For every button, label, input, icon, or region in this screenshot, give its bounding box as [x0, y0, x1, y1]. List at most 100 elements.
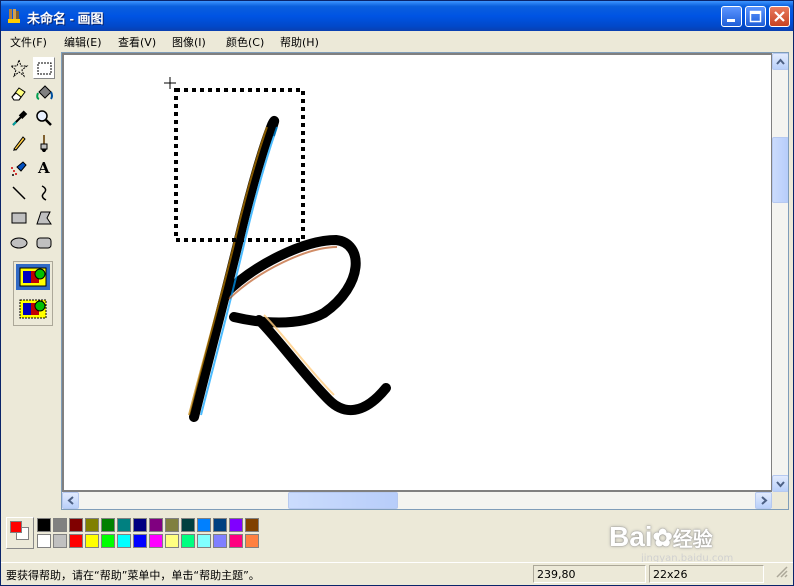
handwritten-k-drawing [164, 77, 391, 422]
maximize-icon [749, 10, 762, 23]
palette-color-swatch[interactable] [69, 534, 83, 548]
menu-help[interactable]: 帮助(H) [280, 34, 319, 50]
transparent-option-icon [19, 299, 47, 319]
drawing-canvas[interactable] [64, 55, 771, 490]
eyedropper-icon [12, 110, 28, 126]
tool-curve[interactable] [33, 182, 55, 204]
palette-color-swatch[interactable] [117, 534, 131, 548]
pencil-icon [13, 136, 26, 151]
tool-airbrush[interactable] [8, 157, 30, 179]
palette-color-swatch[interactable] [165, 518, 179, 532]
palette-color-swatch[interactable] [149, 518, 163, 532]
vertical-scrollbar[interactable] [772, 53, 788, 492]
scroll-right-button[interactable] [755, 492, 772, 509]
scroll-corner [772, 492, 788, 509]
scroll-down-button[interactable] [772, 475, 788, 492]
menu-view[interactable]: 查看(V) [118, 34, 156, 50]
paint-window: 未命名 - 画图 文件(F) 编辑(E) 查看(V) 图像(I) 颜色(C) 帮… [0, 0, 794, 586]
palette-color-swatch[interactable] [37, 518, 51, 532]
palette-color-swatch[interactable] [213, 534, 227, 548]
tool-magnifier[interactable] [33, 107, 55, 129]
foreground-color-swatch [10, 521, 22, 533]
window-title: 未命名 - 画图 [27, 11, 104, 26]
magnifier-icon [36, 110, 52, 126]
horizontal-scrollbar[interactable] [62, 492, 772, 509]
palette-color-swatch[interactable] [69, 518, 83, 532]
menu-edit[interactable]: 编辑(E) [64, 34, 102, 50]
arrow-right-icon [761, 496, 768, 505]
palette-color-swatch[interactable] [37, 534, 51, 548]
palette-color-swatch[interactable] [181, 534, 195, 548]
palette-color-swatch[interactable] [133, 534, 147, 548]
scroll-up-button[interactable] [772, 53, 788, 70]
opaque-option-icon [19, 267, 47, 287]
transparent-selection-option[interactable] [16, 296, 50, 322]
palette-color-swatch[interactable] [85, 518, 99, 532]
rounded-rect-icon [36, 237, 52, 249]
minimize-icon [727, 19, 735, 22]
palette-color-swatch[interactable] [53, 534, 67, 548]
text-icon: A [38, 159, 50, 177]
menu-image[interactable]: 图像(I) [172, 34, 206, 50]
palette-color-swatch[interactable] [133, 518, 147, 532]
tool-ellipse[interactable] [8, 232, 30, 254]
palette-color-swatch[interactable] [149, 534, 163, 548]
brush-icon [40, 135, 48, 152]
palette-color-swatch[interactable] [101, 534, 115, 548]
palette-color-swatch[interactable] [197, 518, 211, 532]
palette-color-swatch[interactable] [245, 518, 259, 532]
tool-polygon[interactable] [33, 207, 55, 229]
title-bar[interactable]: 未命名 - 画图 [1, 1, 793, 31]
tool-line[interactable] [8, 182, 30, 204]
tool-pencil[interactable] [8, 132, 30, 154]
menu-file[interactable]: 文件(F) [10, 34, 47, 50]
resize-grip[interactable] [767, 565, 791, 583]
polygon-icon [36, 211, 52, 225]
resize-grip-icon [776, 566, 788, 578]
tool-eraser[interactable] [8, 82, 30, 104]
eraser-icon [11, 87, 26, 101]
tool-text[interactable]: A [33, 157, 55, 179]
baidu-watermark: Bai✿经验 [609, 521, 789, 555]
palette-color-swatch[interactable] [229, 518, 243, 532]
paint-bucket-icon [36, 85, 53, 100]
star-select-icon [9, 58, 29, 78]
status-cursor-position: 239,80 [533, 565, 646, 583]
tool-rectangle-select[interactable] [33, 57, 55, 79]
opaque-selection-option[interactable] [16, 264, 50, 290]
tool-fill[interactable] [33, 82, 55, 104]
palette-color-swatch[interactable] [101, 518, 115, 532]
tool-rectangle[interactable] [8, 207, 30, 229]
current-colors-box[interactable] [6, 517, 34, 549]
vertical-scroll-thumb[interactable] [772, 137, 788, 203]
menu-bar: 文件(F) 编辑(E) 查看(V) 图像(I) 颜色(C) 帮助(H) [1, 31, 793, 50]
paint-app-icon [8, 9, 20, 23]
palette-color-swatch[interactable] [197, 534, 211, 548]
maximize-button[interactable] [745, 6, 766, 27]
palette-color-swatch[interactable] [53, 518, 67, 532]
tool-pick-color[interactable] [8, 107, 30, 129]
tool-free-form-select[interactable] [8, 57, 30, 79]
palette-color-swatch[interactable] [181, 518, 195, 532]
palette-color-swatch[interactable] [85, 534, 99, 548]
palette-color-swatch[interactable] [229, 534, 243, 548]
tool-options-panel [13, 261, 53, 326]
tool-brush[interactable] [33, 132, 55, 154]
close-button[interactable] [769, 6, 790, 27]
crosshair-cursor [164, 77, 176, 89]
ellipse-icon [10, 237, 28, 249]
menu-colors[interactable]: 颜色(C) [226, 34, 264, 50]
status-help-text: 要获得帮助，请在“帮助”菜单中，单击“帮助主题”。 [6, 569, 260, 582]
canvas-scroll-area [61, 52, 789, 510]
tool-rounded-rectangle[interactable] [33, 232, 55, 254]
palette-color-swatch[interactable] [117, 518, 131, 532]
horizontal-scroll-thumb[interactable] [288, 492, 398, 509]
scroll-left-button[interactable] [62, 492, 79, 509]
minimize-button[interactable] [721, 6, 742, 27]
palette-color-swatch[interactable] [213, 518, 227, 532]
rectangle-icon [11, 212, 27, 224]
arrow-left-icon [67, 496, 74, 505]
status-bar: 要获得帮助，请在“帮助”菜单中，单击“帮助主题”。 239,80 22x26 [1, 562, 793, 585]
palette-color-swatch[interactable] [245, 534, 259, 548]
palette-color-swatch[interactable] [165, 534, 179, 548]
